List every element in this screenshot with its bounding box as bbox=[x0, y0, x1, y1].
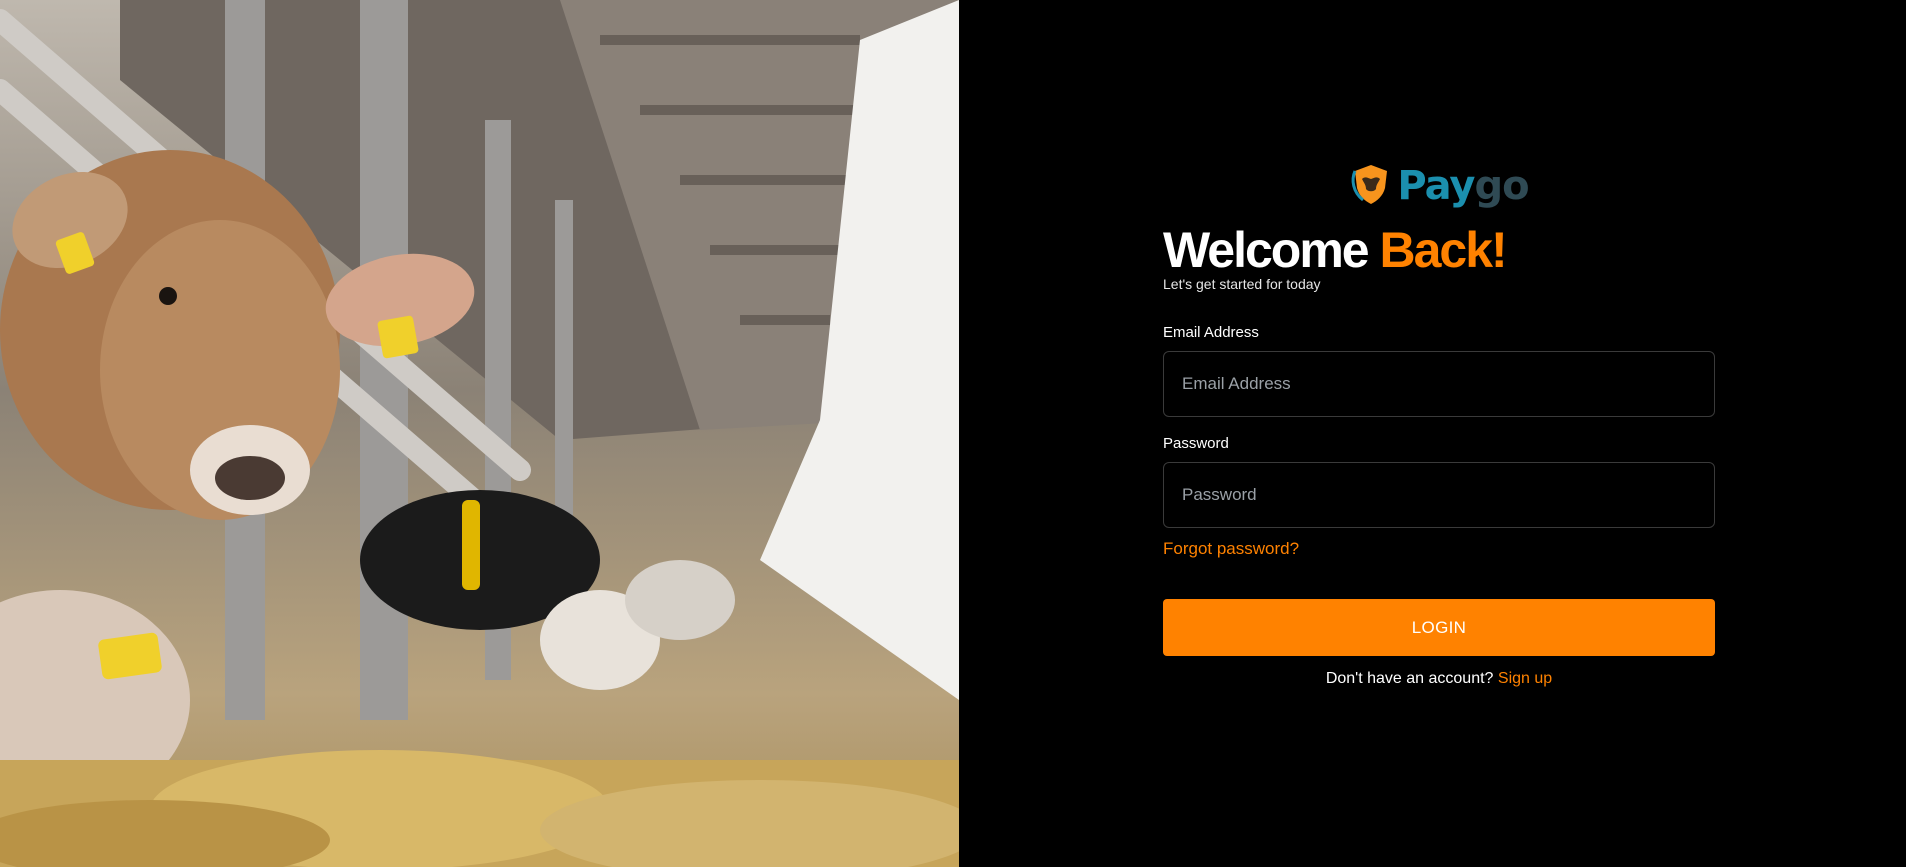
page-subtitle: Let's get started for today bbox=[1163, 276, 1321, 292]
login-button[interactable]: LOGIN bbox=[1163, 599, 1715, 656]
brand-name-go: go bbox=[1474, 163, 1529, 209]
password-label: Password bbox=[1163, 435, 1229, 452]
signup-row: Don't have an account? Sign up bbox=[1163, 669, 1715, 689]
login-page: Paygo Welcome Back! Let's get started fo… bbox=[0, 0, 1906, 867]
brand-logo: Paygo bbox=[1163, 160, 1715, 212]
signup-prompt: Don't have an account? bbox=[1325, 670, 1498, 687]
login-panel: Paygo Welcome Back! Let's get started fo… bbox=[959, 0, 1906, 867]
hero-photo bbox=[0, 0, 959, 867]
forgot-password-link[interactable]: Forgot password? bbox=[1163, 539, 1299, 559]
cows-feeding-photo bbox=[0, 0, 959, 867]
title-main: Welcome bbox=[1163, 222, 1380, 278]
brand-name-pay: Pay bbox=[1397, 163, 1475, 209]
login-form: Paygo Welcome Back! Let's get started fo… bbox=[1163, 160, 1715, 689]
signup-link[interactable]: Sign up bbox=[1498, 670, 1552, 687]
password-field[interactable] bbox=[1163, 462, 1715, 528]
email-field[interactable] bbox=[1163, 351, 1715, 417]
page-title: Welcome Back! bbox=[1163, 224, 1715, 276]
email-label: Email Address bbox=[1163, 324, 1259, 341]
shield-bull-icon bbox=[1349, 162, 1393, 211]
brand-name: Paygo bbox=[1397, 163, 1529, 209]
title-accent: Back! bbox=[1379, 222, 1508, 278]
